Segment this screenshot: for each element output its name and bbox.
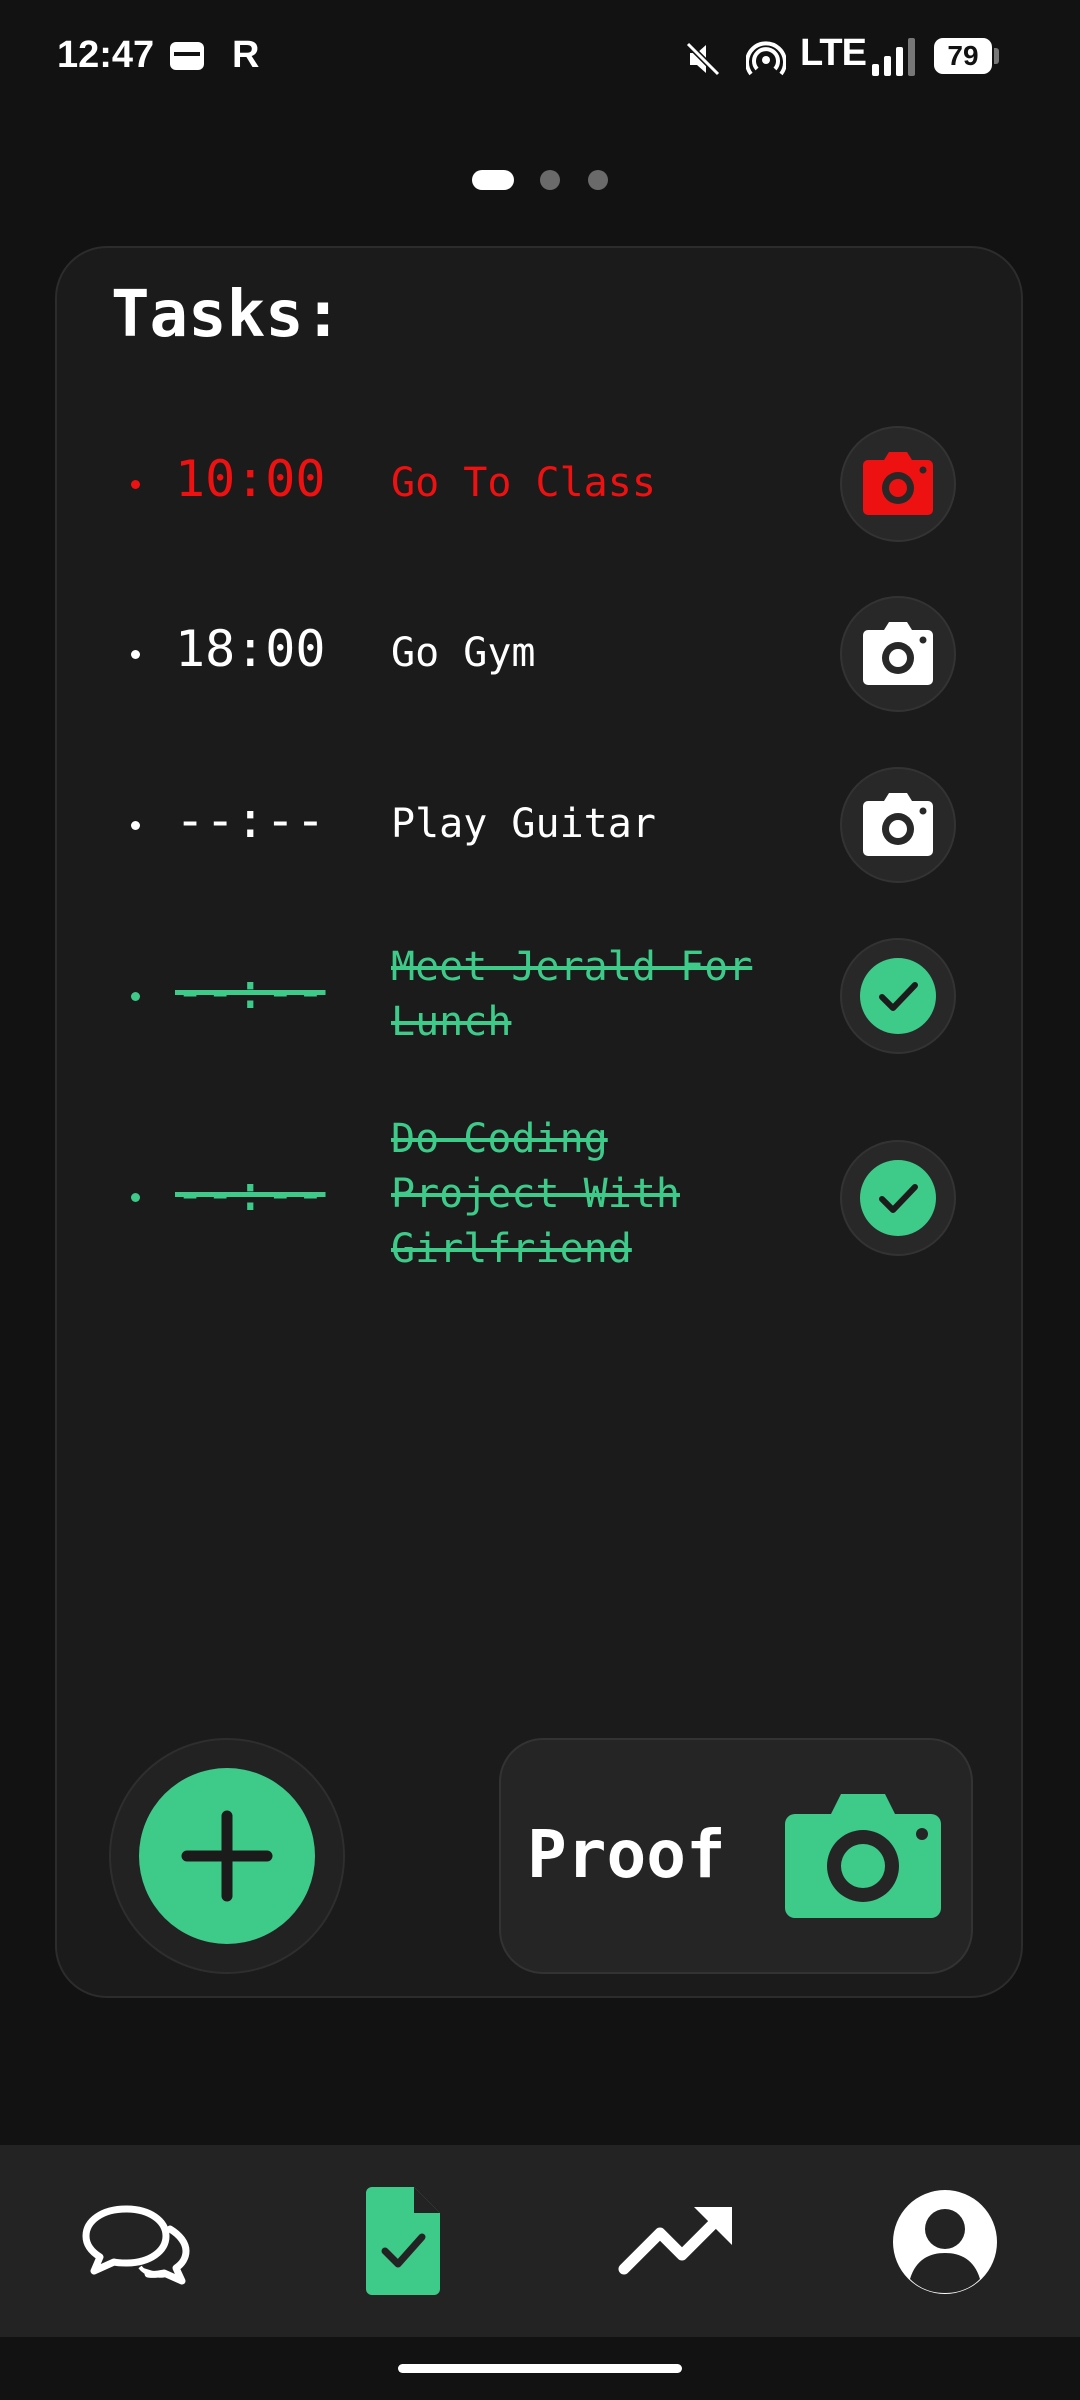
proof-label: Proof [527, 1816, 726, 1893]
plus-icon [181, 1810, 273, 1902]
task-done-button[interactable] [840, 938, 956, 1054]
card-title: Tasks: [111, 278, 343, 352]
chat-icon [82, 2205, 190, 2285]
home-indicator[interactable] [398, 2364, 682, 2373]
camera-icon [785, 1794, 941, 1918]
page-dot-1[interactable] [472, 170, 514, 190]
bullet [131, 650, 140, 659]
camera-icon [863, 622, 933, 685]
task-done-button[interactable] [840, 1140, 956, 1256]
task-name[interactable]: Play Guitar [391, 797, 811, 852]
task-time: 18:00 [175, 620, 326, 678]
task-row[interactable]: --:-- Meet Jerald For Lunch [57, 936, 1021, 1056]
camera-icon [863, 452, 933, 515]
status-time: 12:47 [57, 34, 155, 76]
mute-icon [685, 41, 721, 77]
page-dot-3[interactable] [588, 170, 608, 190]
task-time: --:-- [175, 962, 326, 1020]
check-icon [860, 1160, 936, 1236]
app-r-icon: R [232, 34, 260, 76]
trending-up-icon [618, 2207, 732, 2275]
task-proof-button[interactable] [840, 767, 956, 883]
wallet-icon [170, 42, 204, 70]
task-time: --:-- [175, 1164, 326, 1222]
task-row[interactable]: --:-- Play Guitar [57, 765, 1021, 885]
nav-chat[interactable] [80, 2187, 190, 2297]
bullet [131, 1193, 140, 1202]
signal-icon [872, 38, 915, 76]
nav-profile[interactable] [890, 2187, 1000, 2297]
profile-icon [893, 2190, 997, 2294]
bullet [131, 821, 140, 830]
page-dot-2[interactable] [540, 170, 560, 190]
task-time: 10:00 [175, 450, 326, 508]
tasks-card: Tasks: 10:00 Go To Class 18:00 Go Gym --… [55, 246, 1023, 1998]
task-row[interactable]: 10:00 Go To Class [57, 424, 1021, 544]
task-proof-button[interactable] [840, 426, 956, 542]
hotspot-icon [746, 41, 786, 76]
network-type: LTE [800, 32, 867, 74]
task-name[interactable]: Meet Jerald For Lunch [391, 940, 811, 1050]
bullet [131, 480, 140, 489]
task-name[interactable]: Go Gym [391, 626, 811, 681]
battery-level: 79 [934, 38, 992, 74]
task-document-icon [366, 2187, 440, 2295]
nav-tasks[interactable] [350, 2187, 460, 2297]
bullet [131, 992, 140, 1001]
task-time: --:-- [175, 791, 326, 849]
task-name[interactable]: Go To Class [391, 456, 811, 511]
battery-icon [994, 48, 999, 64]
add-task-button[interactable] [139, 1768, 315, 1944]
proof-button[interactable]: Proof [499, 1738, 973, 1974]
bottom-navigation [0, 2145, 1080, 2337]
task-name[interactable]: Do Coding Project With Girlfriend [391, 1112, 731, 1277]
task-row[interactable]: 18:00 Go Gym [57, 594, 1021, 714]
status-bar: 12:47 R LTE 79 [0, 0, 1080, 120]
task-row[interactable]: --:-- Do Coding Project With Girlfriend [57, 1112, 1021, 1292]
camera-icon [863, 793, 933, 856]
task-proof-button[interactable] [840, 596, 956, 712]
page-indicator[interactable] [0, 170, 1080, 192]
add-task-button-container[interactable] [109, 1738, 345, 1974]
nav-progress[interactable] [618, 2187, 738, 2297]
check-icon [860, 958, 936, 1034]
